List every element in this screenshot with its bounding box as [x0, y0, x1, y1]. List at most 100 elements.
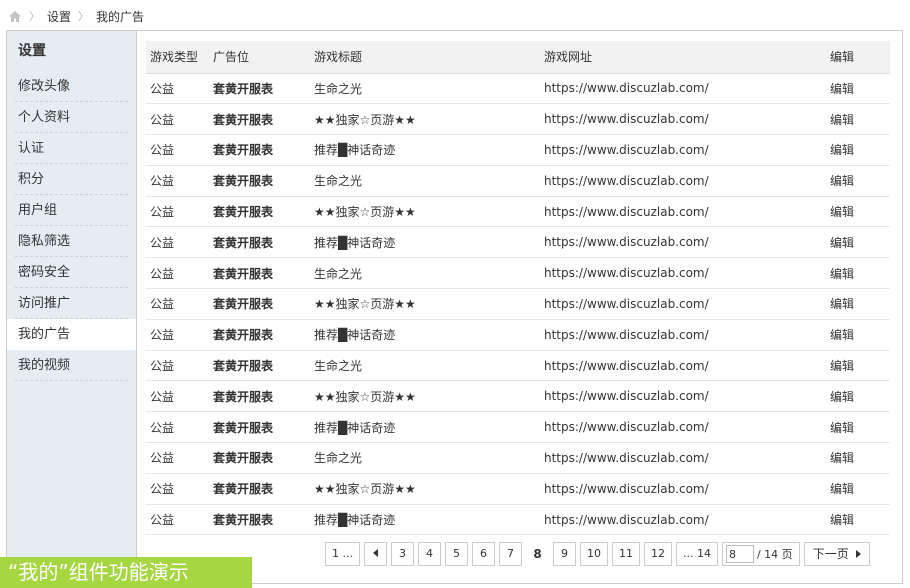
breadcrumb-item-my-ads[interactable]: 我的广告: [96, 8, 144, 25]
breadcrumb-item-settings[interactable]: 设置: [47, 8, 71, 25]
home-icon[interactable]: [8, 10, 22, 23]
content-frame: 设置 修改头像 个人资料 认证 积分 用户组 隐私筛选 密码安全 访问推广 我的广告 我的视频 游…: [6, 30, 903, 584]
table-header-row: 游戏类型 广告位 游戏标题 游戏网址 编辑: [146, 41, 890, 74]
cell-game-title: ★★独家☆页游★★: [310, 473, 540, 505]
page-last-button[interactable]: ... 14: [676, 542, 718, 566]
cell-game-url: https://www.discuzlab.com/: [540, 103, 826, 136]
table-row: 公益 套黄开服表 ★★独家☆页游★★ https://www.discuzlab.co…: [146, 288, 890, 320]
cell-edit-link[interactable]: 编辑: [826, 257, 890, 290]
cell-game-url: https://www.discuzlab.com/: [540, 134, 826, 166]
cell-game-type: 公益: [146, 411, 209, 444]
column-header-game-url: 游戏网址: [540, 41, 826, 74]
cell-game-title: 推荐█神话奇迹: [310, 504, 540, 536]
page-current[interactable]: 8: [526, 542, 549, 566]
cell-edit-link[interactable]: 编辑: [826, 380, 890, 413]
sidebar-item[interactable]: 认证: [7, 133, 136, 164]
cell-edit-link[interactable]: 编辑: [826, 226, 890, 259]
cell-edit-link[interactable]: 编辑: [826, 411, 890, 444]
cell-ad-position[interactable]: 套黄开服表: [209, 165, 310, 197]
breadcrumb-separator: 〉: [29, 10, 40, 23]
cell-edit-link[interactable]: 编辑: [826, 319, 890, 351]
page-jump-input[interactable]: [725, 545, 754, 563]
cell-game-type: 公益: [146, 196, 209, 228]
cell-ad-position[interactable]: 套黄开服表: [209, 226, 310, 259]
pagination: 1 ... 3456789101112 ... 14 / 14 页 下一页: [325, 542, 870, 566]
page-number-button[interactable]: 11: [612, 542, 640, 566]
page-number-button[interactable]: 4: [418, 542, 441, 566]
cell-edit-link[interactable]: 编辑: [826, 73, 890, 105]
cell-ad-position[interactable]: 套黄开服表: [209, 257, 310, 290]
table-row: 公益 套黄开服表 ★★独家☆页游★★ https://www.discuzlab.co…: [146, 380, 890, 413]
table-row: 公益 套黄开服表 推荐█神话奇迹 https://www.discuzlab.com/…: [146, 226, 890, 259]
sidebar-item[interactable]: 个人资料: [7, 102, 136, 133]
cell-ad-position[interactable]: 套黄开服表: [209, 73, 310, 105]
cell-ad-position[interactable]: 套黄开服表: [209, 411, 310, 444]
cell-edit-link[interactable]: 编辑: [826, 134, 890, 166]
cell-game-url: https://www.discuzlab.com/: [540, 288, 826, 320]
cell-ad-position[interactable]: 套黄开服表: [209, 196, 310, 228]
cell-ad-position[interactable]: 套黄开服表: [209, 103, 310, 136]
cell-edit-link[interactable]: 编辑: [826, 165, 890, 197]
table-row: 公益 套黄开服表 推荐█神话奇迹 https://www.discuzlab.com/…: [146, 504, 890, 536]
cell-ad-position[interactable]: 套黄开服表: [209, 473, 310, 505]
next-page-label: 下一页: [812, 547, 849, 561]
page-number-button[interactable]: 5: [445, 542, 468, 566]
cell-edit-link[interactable]: 编辑: [826, 442, 890, 474]
page-number-button[interactable]: 9: [553, 542, 576, 566]
cell-edit-link[interactable]: 编辑: [826, 103, 890, 136]
cell-game-url: https://www.discuzlab.com/: [540, 165, 826, 197]
cell-edit-link[interactable]: 编辑: [826, 473, 890, 505]
main-panel: 游戏类型 广告位 游戏标题 游戏网址 编辑 公益 套黄开服表 生命之光 https:/…: [136, 31, 902, 583]
cell-edit-link[interactable]: 编辑: [826, 196, 890, 228]
cell-ad-position[interactable]: 套黄开服表: [209, 350, 310, 382]
cell-game-type: 公益: [146, 134, 209, 166]
ads-table: 游戏类型 广告位 游戏标题 游戏网址 编辑 公益 套黄开服表 生命之光 https:/…: [146, 41, 890, 536]
cell-ad-position[interactable]: 套黄开服表: [209, 380, 310, 413]
cell-edit-link[interactable]: 编辑: [826, 288, 890, 320]
page-total-label: / 14 页: [756, 548, 793, 561]
cell-game-type: 公益: [146, 103, 209, 136]
page-number-button[interactable]: 6: [472, 542, 495, 566]
cell-ad-position[interactable]: 套黄开服表: [209, 442, 310, 474]
table-row: 公益 套黄开服表 生命之光 https://www.discuzlab.com/编辑: [146, 73, 890, 105]
breadcrumb-separator: 〉: [78, 10, 90, 23]
sidebar-item[interactable]: 密码安全: [7, 257, 136, 288]
table-row: 公益 套黄开服表 生命之光 https://www.discuzlab.com/编辑: [146, 350, 890, 382]
next-page-button[interactable]: 下一页: [803, 542, 870, 566]
page-prev-button[interactable]: [364, 542, 387, 566]
page-number-button[interactable]: 12: [644, 542, 672, 566]
cell-ad-position[interactable]: 套黄开服表: [209, 134, 310, 166]
sidebar-item[interactable]: 积分: [7, 164, 136, 195]
demo-caption-banner: “我的”组件功能演示: [0, 557, 252, 588]
sidebar-item[interactable]: 访问推广: [7, 288, 136, 319]
cell-game-title: ★★独家☆页游★★: [310, 288, 540, 320]
page-number-button[interactable]: 10: [580, 542, 608, 566]
page-number-button[interactable]: 7: [499, 542, 522, 566]
sidebar-item[interactable]: 用户组: [7, 195, 136, 226]
table-row: 公益 套黄开服表 生命之光 https://www.discuzlab.com/编辑: [146, 257, 890, 290]
page-first-button[interactable]: 1 ...: [325, 542, 360, 566]
cell-edit-link[interactable]: 编辑: [826, 350, 890, 382]
cell-ad-position[interactable]: 套黄开服表: [209, 319, 310, 351]
cell-game-title: 生命之光: [310, 350, 540, 382]
table-row: 公益 套黄开服表 ★★独家☆页游★★ https://www.discuzlab.co…: [146, 196, 890, 228]
sidebar-item[interactable]: 我的广告: [7, 319, 137, 350]
cell-edit-link[interactable]: 编辑: [826, 504, 890, 536]
cell-ad-position[interactable]: 套黄开服表: [209, 504, 310, 536]
page-jump: / 14 页: [721, 542, 800, 566]
cell-game-title: 生命之光: [310, 73, 540, 105]
sidebar-item[interactable]: 隐私筛选: [7, 226, 136, 257]
cell-game-type: 公益: [146, 165, 209, 197]
cell-game-title: 生命之光: [310, 165, 540, 197]
page-number-button[interactable]: 3: [391, 542, 414, 566]
table-row: 公益 套黄开服表 ★★独家☆页游★★ https://www.discuzlab.co…: [146, 103, 890, 136]
cell-game-title: 推荐█神话奇迹: [310, 134, 540, 166]
cell-game-url: https://www.discuzlab.com/: [540, 350, 826, 382]
sidebar-item[interactable]: 我的视频: [7, 350, 136, 381]
sidebar-item[interactable]: 修改头像: [7, 71, 136, 102]
page-number-list: 3 4 5 6 7 8 9 10 11 12: [391, 542, 676, 566]
cell-game-url: https://www.discuzlab.com/: [540, 196, 826, 228]
cell-ad-position[interactable]: 套黄开服表: [209, 288, 310, 320]
sidebar: 设置 修改头像 个人资料 认证 积分 用户组 隐私筛选 密码安全 访问推广 我的广告 我的视频: [7, 31, 137, 583]
cell-game-url: https://www.discuzlab.com/: [540, 257, 826, 290]
